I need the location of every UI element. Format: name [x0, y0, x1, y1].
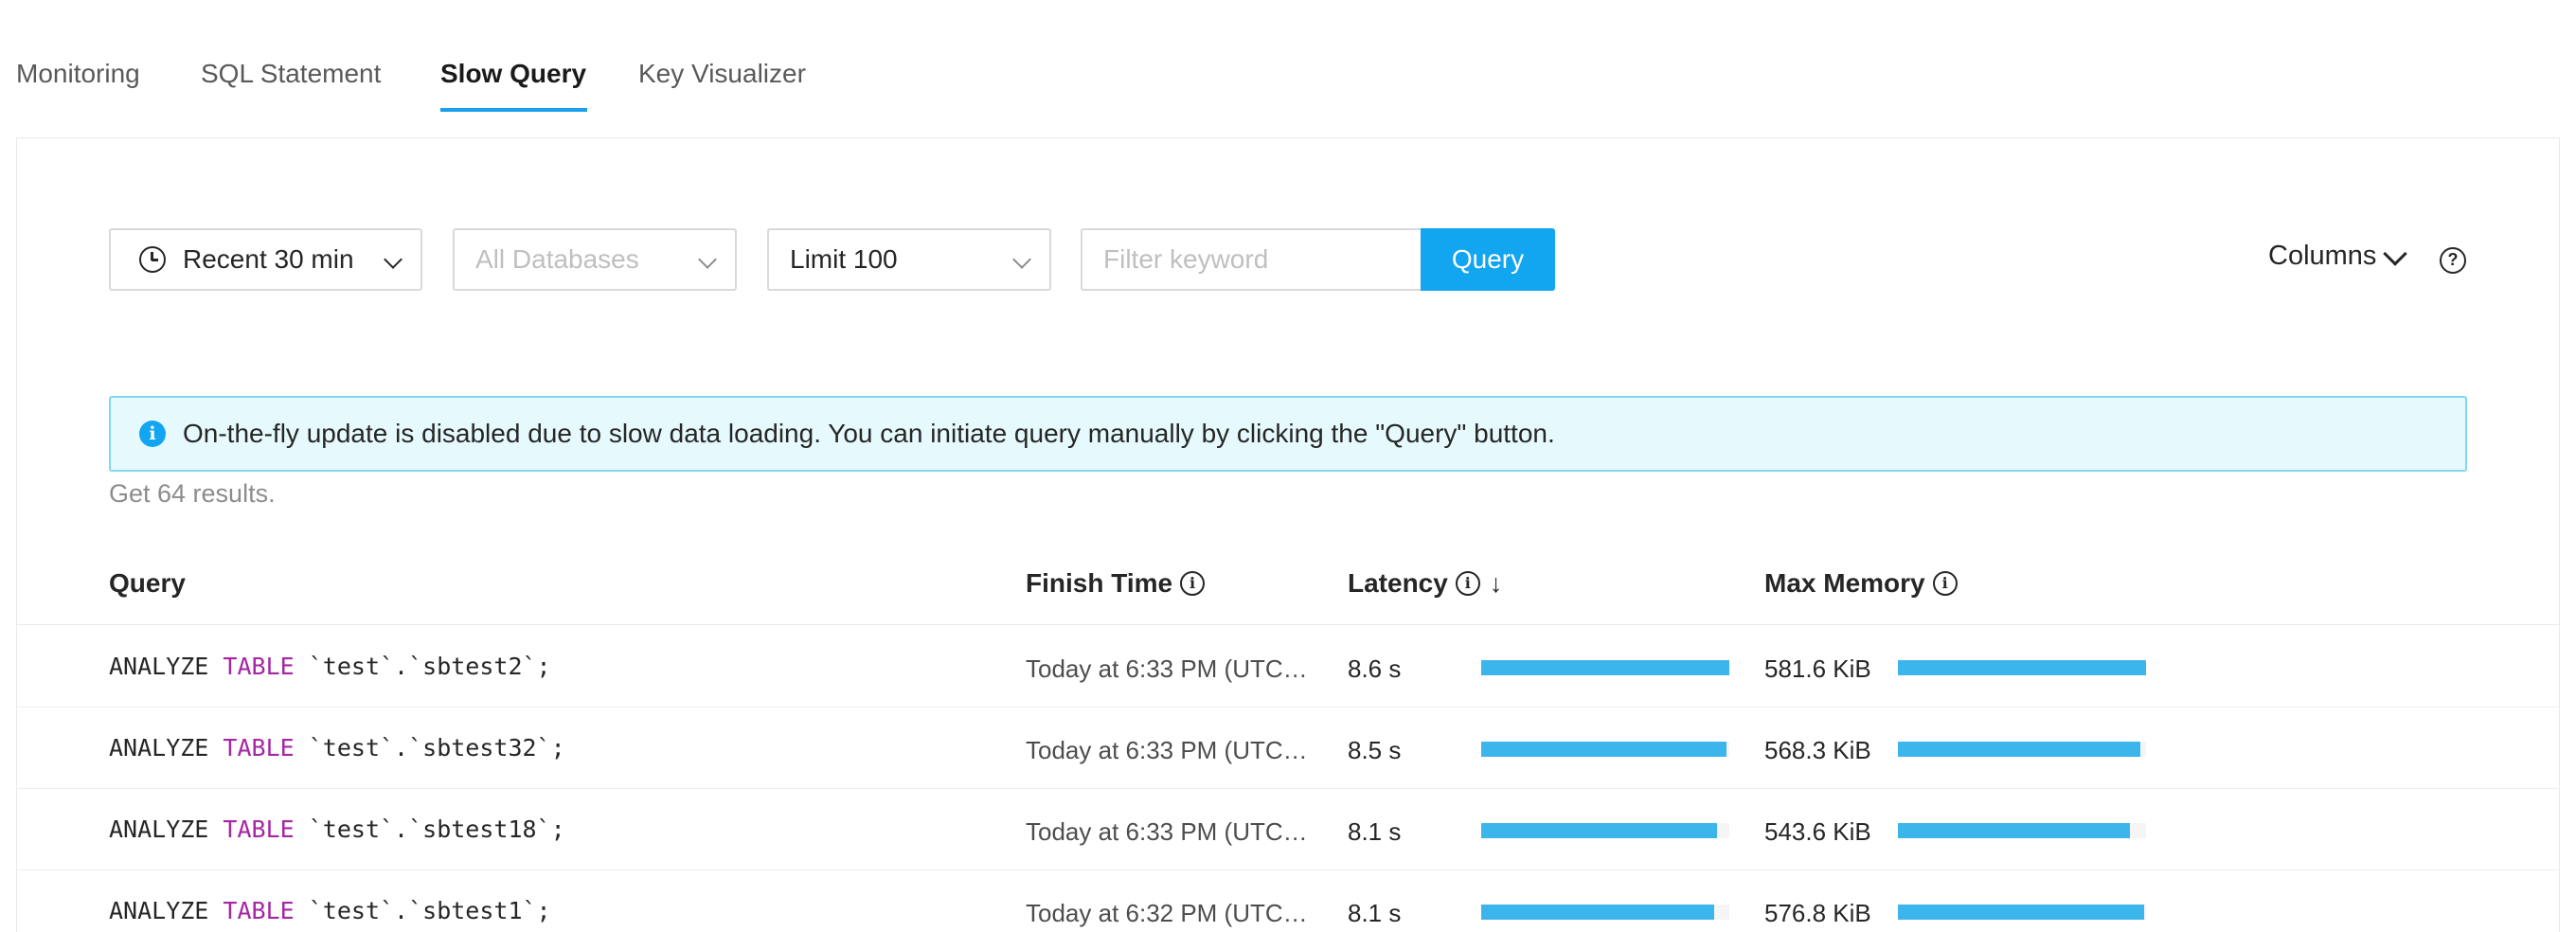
latency-bar	[1481, 823, 1729, 838]
query-sql: ANALYZE TABLE `test`.`sbtest18`;	[109, 816, 565, 843]
time-range-picker[interactable]: Recent 30 min	[109, 228, 422, 291]
memory-bar	[1898, 823, 2146, 838]
latency-value: 8.5 s	[1348, 736, 1402, 764]
database-select[interactable]: All Databases	[453, 228, 737, 291]
latency-bar	[1481, 742, 1729, 757]
memory-bar	[1898, 660, 2146, 675]
help-icon[interactable]: ?	[2440, 247, 2466, 274]
latency-value: 8.1 s	[1348, 899, 1402, 927]
latency-bar-fill	[1481, 660, 1729, 675]
column-header-label: Finish Time	[1026, 568, 1173, 598]
sql-text: `test`.`sbtest32`;	[294, 734, 565, 762]
max-memory-value: 576.8 KiB	[1764, 899, 1871, 927]
chevron-down-icon	[1012, 250, 1031, 269]
column-header-max-memory[interactable]: Max Memory i	[1764, 568, 1958, 599]
sql-text: ANALYZE	[109, 816, 224, 843]
latency-value: 8.6 s	[1348, 654, 1402, 683]
query-sql: ANALYZE TABLE `test`.`sbtest2`;	[109, 653, 551, 680]
sql-text: `test`.`sbtest18`;	[294, 816, 565, 843]
latency-bar	[1481, 905, 1729, 920]
tab-key-visualizer[interactable]: Key Visualizer	[638, 59, 806, 89]
info-icon: i	[139, 421, 166, 447]
tab-sql-statement[interactable]: SQL Statement	[201, 59, 381, 89]
table-row[interactable]: ANALYZE TABLE `test`.`sbtest1`; Today at …	[16, 870, 2560, 932]
memory-bar-fill	[1898, 660, 2146, 675]
table-row[interactable]: ANALYZE TABLE `test`.`sbtest32`; Today at…	[16, 708, 2560, 789]
column-header-finish-time[interactable]: Finish Time i	[1026, 568, 1206, 599]
finish-time: Today at 6:33 PM (UTC+08:00)	[1026, 736, 1310, 764]
info-alert: i On-the-fly update is disabled due to s…	[109, 396, 2467, 472]
sql-text: `test`.`sbtest2`;	[294, 653, 551, 680]
memory-bar-fill	[1898, 905, 2144, 920]
latency-value: 8.1 s	[1348, 817, 1402, 846]
query-button[interactable]: Query	[1421, 228, 1555, 291]
tab-slow-query[interactable]: Slow Query	[440, 59, 586, 89]
sql-keyword: TABLE	[223, 897, 295, 924]
memory-bar	[1898, 742, 2146, 757]
results-count: Get 64 results.	[109, 479, 276, 508]
info-icon[interactable]: i	[1180, 571, 1206, 596]
active-tab-indicator	[440, 108, 587, 112]
time-range-value: Recent 30 min	[183, 244, 354, 274]
column-header-label: Latency	[1348, 568, 1448, 598]
database-select-placeholder: All Databases	[475, 244, 639, 274]
chevron-down-icon	[384, 250, 402, 269]
column-header-query[interactable]: Query	[109, 568, 186, 599]
sql-text: ANALYZE	[109, 734, 224, 762]
query-sql: ANALYZE TABLE `test`.`sbtest32`;	[109, 734, 565, 762]
column-header-latency[interactable]: Latency i ↓	[1348, 568, 1502, 599]
clock-icon	[139, 246, 166, 273]
tab-monitoring[interactable]: Monitoring	[16, 59, 140, 89]
latency-bar	[1481, 660, 1729, 675]
sql-text: `test`.`sbtest1`;	[294, 897, 551, 924]
latency-bar-fill	[1481, 905, 1715, 920]
info-icon[interactable]: i	[1455, 571, 1480, 596]
table-header-divider	[16, 624, 2560, 625]
column-header-label: Max Memory	[1764, 568, 1925, 598]
sql-text: ANALYZE	[109, 653, 224, 680]
finish-time: Today at 6:33 PM (UTC+08:00)	[1026, 654, 1310, 683]
limit-select-value: Limit 100	[790, 244, 898, 274]
max-memory-value: 543.6 KiB	[1764, 817, 1871, 846]
columns-button[interactable]: Columns	[2268, 241, 2376, 272]
filter-keyword-input[interactable]	[1081, 228, 1421, 291]
latency-bar-fill	[1481, 742, 1727, 757]
sql-text: ANALYZE	[109, 897, 224, 924]
table-row[interactable]: ANALYZE TABLE `test`.`sbtest18`; Today at…	[16, 789, 2560, 870]
limit-select[interactable]: Limit 100	[767, 228, 1051, 291]
latency-bar-fill	[1481, 823, 1717, 838]
info-icon[interactable]: i	[1932, 571, 1958, 596]
chevron-down-icon	[698, 250, 717, 269]
sql-keyword: TABLE	[223, 816, 295, 843]
sql-keyword: TABLE	[223, 734, 295, 762]
finish-time: Today at 6:33 PM (UTC+08:00)	[1026, 817, 1310, 846]
memory-bar-fill	[1898, 823, 2130, 838]
max-memory-value: 581.6 KiB	[1764, 654, 1871, 683]
column-header-label: Query	[109, 568, 186, 598]
sql-keyword: TABLE	[223, 653, 295, 680]
max-memory-value: 568.3 KiB	[1764, 736, 1871, 764]
memory-bar	[1898, 905, 2146, 920]
alert-message: On-the-fly update is disabled due to slo…	[183, 419, 1555, 448]
finish-time: Today at 6:32 PM (UTC+08:00)	[1026, 899, 1310, 927]
memory-bar-fill	[1898, 742, 2140, 757]
sort-descending-icon[interactable]: ↓	[1490, 569, 1503, 599]
query-sql: ANALYZE TABLE `test`.`sbtest1`;	[109, 897, 551, 924]
table-row[interactable]: ANALYZE TABLE `test`.`sbtest2`; Today at …	[16, 626, 2560, 708]
